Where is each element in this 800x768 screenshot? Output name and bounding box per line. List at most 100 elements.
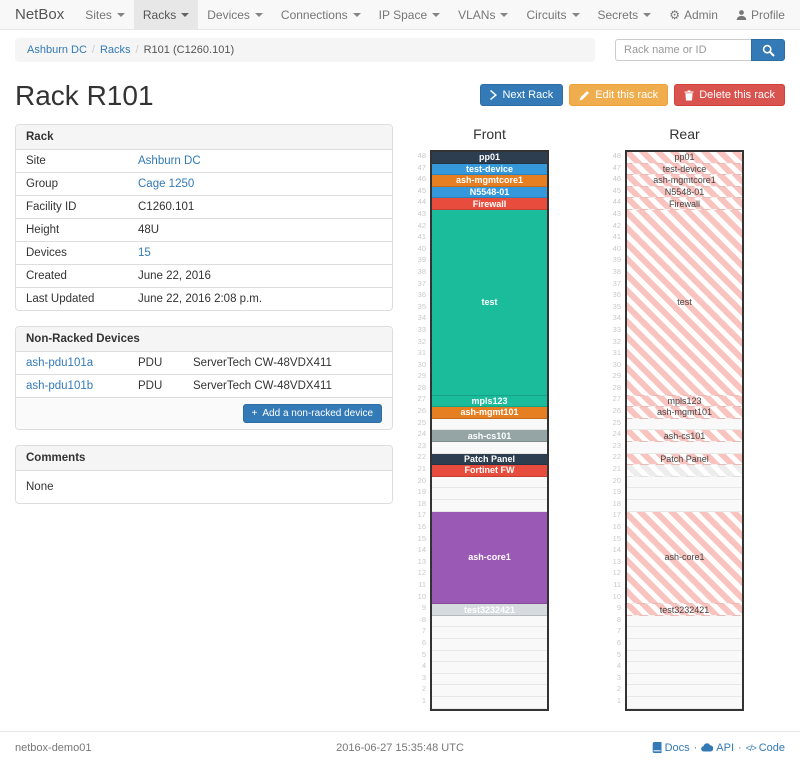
unit-number: 13 (607, 556, 625, 568)
unit-number: 42 (412, 220, 430, 232)
devices-count-link[interactable]: 15 (138, 247, 151, 259)
rack-empty-unit (432, 639, 547, 651)
unit-number: 35 (607, 301, 625, 313)
rack-device[interactable]: N5548-01 (432, 187, 547, 199)
rack-device[interactable]: test3232421 (627, 604, 742, 616)
rear-rack: pp01test-deviceash-mgmtcore1N5548-01Fire… (625, 150, 744, 711)
unit-number: 38 (607, 266, 625, 278)
unit-number: 33 (607, 324, 625, 336)
group-link[interactable]: Cage 1250 (138, 178, 194, 190)
unit-number: 3 (412, 672, 430, 684)
nav-item-vlans[interactable]: VLANs (449, 0, 517, 29)
brand-logo[interactable]: NetBox (10, 0, 76, 29)
rack-device[interactable]: test-device (627, 164, 742, 176)
code-link[interactable]: </> Code (746, 742, 785, 754)
rack-device[interactable]: Firewall (627, 198, 742, 210)
rack-device[interactable]: ash-cs101 (627, 430, 742, 442)
rack-device[interactable]: N5548-01 (627, 187, 742, 199)
rack-device[interactable]: Patch Panel (627, 454, 742, 466)
unit-number: 20 (607, 475, 625, 487)
nav-item-secrets[interactable]: Secrets (589, 0, 661, 29)
unit-number: 40 (412, 243, 430, 255)
page-footer: netbox-demo01 2016-06-27 15:35:48 UTC Do… (0, 731, 800, 768)
rack-device[interactable]: test (432, 210, 547, 396)
table-row: ash-pdu101b PDU ServerTech CW-48VDX411 (16, 375, 392, 398)
unit-number: 20 (412, 475, 430, 487)
rack-empty-unit (627, 488, 742, 500)
nav-item-admin[interactable]: ⚙ Admin (660, 0, 727, 29)
unit-number: 41 (607, 231, 625, 243)
table-row: GroupCage 1250 (16, 173, 392, 196)
unit-number: 15 (412, 533, 430, 545)
created-value: June 22, 2016 (138, 270, 211, 282)
hostname: netbox-demo01 (15, 742, 272, 754)
rack-empty-unit (627, 616, 742, 628)
rear-elevation: Rear 48474645444342414039383736353433323… (607, 124, 744, 711)
nav-item-ip-space[interactable]: IP Space (370, 0, 449, 29)
site-link[interactable]: Ashburn DC (138, 155, 201, 167)
rack-device[interactable]: ash-core1 (432, 512, 547, 605)
nav-item-logout[interactable]: Log out (794, 0, 800, 29)
device-link[interactable]: ash-pdu101b (26, 380, 93, 392)
rack-device[interactable]: test-device (432, 164, 547, 176)
nav-item-circuits[interactable]: Circuits (517, 0, 588, 29)
table-row: ash-pdu101a PDU ServerTech CW-48VDX411 (16, 352, 392, 375)
search-button[interactable] (751, 39, 785, 61)
rack-empty-unit (627, 477, 742, 489)
unit-number: 33 (412, 324, 430, 336)
height-value: 48U (138, 224, 159, 236)
table-row: Facility IDC1260.101 (16, 196, 392, 219)
rack-device[interactable]: Fortinet FW (432, 465, 547, 477)
delete-rack-button[interactable]: Delete this rack (674, 84, 785, 106)
docs-link[interactable]: Docs (652, 742, 690, 754)
rack-device[interactable]: pp01 (627, 152, 742, 164)
rack-device[interactable]: test3232421 (432, 604, 547, 616)
edit-rack-button[interactable]: Edit this rack (569, 84, 668, 106)
rack-device[interactable]: mpls123 (627, 396, 742, 408)
rack-device[interactable]: ash-mgmt101 (627, 407, 742, 419)
rack-device[interactable]: Firewall (432, 198, 547, 210)
unit-number: 22 (412, 451, 430, 463)
device-link[interactable]: ash-pdu101a (26, 357, 93, 369)
front-elevation: Front 4847464544434241403938373635343332… (412, 124, 549, 711)
search-input[interactable] (615, 39, 751, 61)
api-link[interactable]: API (701, 742, 734, 754)
rack-device[interactable]: pp01 (432, 152, 547, 164)
unit-number: 7 (412, 625, 430, 637)
unit-number: 44 (607, 196, 625, 208)
rack-device[interactable]: Patch Panel (432, 454, 547, 466)
rack-device[interactable]: test (627, 210, 742, 396)
nav-item-connections[interactable]: Connections (272, 0, 370, 29)
rack-empty-unit (432, 662, 547, 674)
rack-device[interactable]: ash-mgmtcore1 (432, 175, 547, 187)
unit-number: 46 (412, 173, 430, 185)
nav-item-profile[interactable]: Profile (727, 0, 794, 29)
unit-number: 23 (412, 440, 430, 452)
rack-device[interactable]: ash-mgmt101 (432, 407, 547, 419)
rack-device[interactable]: ash-mgmtcore1 (627, 175, 742, 187)
breadcrumb-racks-link[interactable]: Racks (100, 44, 131, 56)
nav-item-devices[interactable]: Devices (198, 0, 272, 29)
rack-empty-unit (627, 639, 742, 651)
footer-timestamp: 2016-06-27 15:35:48 UTC (272, 742, 529, 754)
unit-number: 9 (607, 602, 625, 614)
nav-item-sites[interactable]: Sites (76, 0, 134, 29)
rack-empty-unit (627, 500, 742, 512)
footer-links: Docs · API · </> Code (528, 742, 785, 754)
rack-empty-unit (627, 419, 742, 431)
rack-device[interactable]: ash-cs101 (432, 430, 547, 442)
breadcrumb-row: Ashburn DC/Racks/R101 (C1260.101) (0, 30, 800, 66)
nav-item-racks[interactable]: Racks (134, 0, 198, 29)
unit-number: 17 (607, 509, 625, 521)
rack-empty-unit (432, 419, 547, 431)
non-racked-devices-panel: Non-Racked Devices ash-pdu101a PDU Serve… (15, 326, 393, 430)
rack-device[interactable]: mpls123 (432, 396, 547, 408)
breadcrumb-site-link[interactable]: Ashburn DC (27, 44, 87, 56)
rack-empty-unit (432, 500, 547, 512)
unit-number: 1 (412, 695, 430, 707)
unit-number: 26 (607, 405, 625, 417)
add-non-racked-device-button[interactable]: + Add a non-racked device (243, 404, 382, 423)
next-rack-button[interactable]: Next Rack (480, 84, 563, 106)
rear-unit-numbers: 4847464544434241403938373635343332313029… (607, 150, 625, 711)
rack-device[interactable]: ash-core1 (627, 512, 742, 605)
